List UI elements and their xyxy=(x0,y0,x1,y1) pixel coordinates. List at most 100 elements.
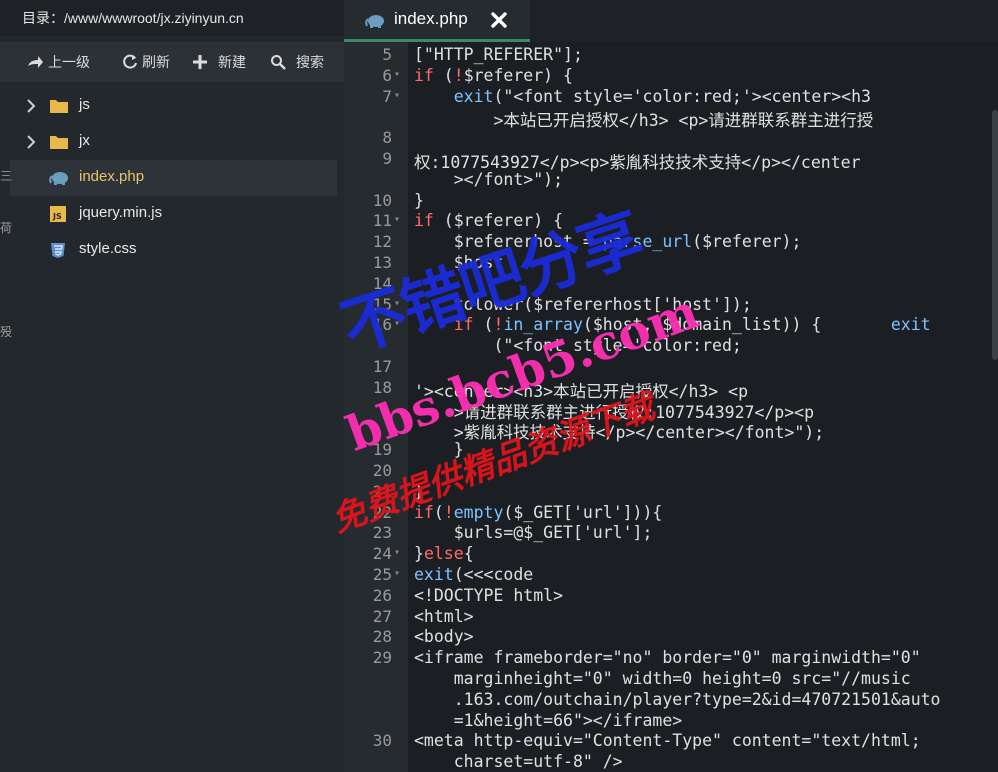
line-number: 21 xyxy=(372,481,392,501)
code-text: $urls=@$_GET['url']; xyxy=(414,523,653,543)
css-file-icon xyxy=(51,243,65,258)
file-tree: js jx index.php JS jquery.min.js style.c… xyxy=(0,88,344,268)
line-number: 7 xyxy=(382,86,392,106)
line-number: 26 xyxy=(372,585,392,605)
line-number: 20 xyxy=(372,461,392,480)
file-toolbar: 上一级 刷新 新建 搜索 xyxy=(0,42,344,82)
plus-icon xyxy=(193,55,207,69)
tree-folder-jx[interactable]: jx xyxy=(0,124,344,160)
code-line: 28 <body> xyxy=(344,627,998,648)
tab-title: index.php xyxy=(394,9,468,28)
chevron-right-icon xyxy=(27,99,36,113)
line-number: 30 xyxy=(372,731,392,751)
code-line: 24 ▾ }else{ xyxy=(344,544,998,565)
line-number: 13 xyxy=(372,253,392,272)
line-number: 8 xyxy=(382,128,392,148)
code-line: 12 $refererhost = parse_url($referer); xyxy=(344,232,998,253)
line-number: 27 xyxy=(372,606,392,626)
tree-file-index-php[interactable]: index.php xyxy=(10,160,337,196)
arrow-right-icon xyxy=(28,56,43,68)
refresh-icon xyxy=(123,54,137,69)
code-text: <iframe frameborder="no" border="0" marg… xyxy=(414,648,921,668)
new-button[interactable]: 新建 xyxy=(192,42,246,82)
code-line: ("<font style='color:red; xyxy=(344,336,998,357)
line-number: 24 xyxy=(372,544,392,564)
code-text: tolower($refererhost['host']); xyxy=(414,294,752,314)
code-line: 27 <html> xyxy=(344,607,998,628)
code-text: <body> xyxy=(414,627,474,647)
tree-item-label: jx xyxy=(79,132,90,149)
php-elephant-icon xyxy=(49,172,68,185)
code-line: 15 ▾ tolower($refererhost['host']); xyxy=(344,295,998,316)
fold-arrow-icon[interactable]: ▾ xyxy=(394,506,400,517)
code-line: 11 ▾ if ($referer) { xyxy=(344,211,998,232)
fold-arrow-icon[interactable]: ▾ xyxy=(394,298,400,309)
directory-path: 目录：/www/wwwroot/jx.ziyinyun.cn xyxy=(0,0,344,36)
fold-arrow-icon[interactable]: ▾ xyxy=(394,318,400,329)
code-line: >紫胤科技技术支持</p></center></font>"); xyxy=(344,419,998,442)
folder-icon xyxy=(50,100,68,113)
code-text: if (!$referer) { xyxy=(414,65,573,85)
folder-icon xyxy=(50,136,68,149)
scrollbar-thumb[interactable] xyxy=(992,110,998,360)
code-text: if (!in_array($host, $domain_list)) { ex… xyxy=(453,315,931,335)
left-edge-glyphs: 三 荷 殁 xyxy=(0,169,13,339)
line-number: 16 xyxy=(372,315,392,335)
line-number: 18 xyxy=(372,377,392,397)
fold-arrow-icon[interactable]: ▾ xyxy=(394,214,400,225)
file-sidebar: 目录：/www/wwwroot/jx.ziyinyun.cn 上一级 刷新 新建… xyxy=(0,0,344,772)
code-line: 9 权:1077543927</p><p>紫胤科技技术支持</p></center xyxy=(344,149,998,172)
code-line: 21} xyxy=(344,482,998,503)
line-number: 19 xyxy=(372,440,392,460)
code-line: 14 xyxy=(344,274,998,295)
line-number: 17 xyxy=(372,357,392,376)
code-text: <meta http-equiv="Content-Type" content=… xyxy=(414,731,921,751)
line-number: 9 xyxy=(382,149,392,168)
fold-arrow-icon[interactable]: ▾ xyxy=(394,90,400,101)
code-line: >请进群联系群主进行授权:1077543927</p><p xyxy=(344,399,998,422)
code-text: ("<font style='color:red; xyxy=(414,336,742,356)
line-number: 28 xyxy=(372,627,392,647)
up-level-button[interactable]: 上一级 xyxy=(26,42,90,82)
code-text: if(!empty($_GET['url'])){ xyxy=(414,502,663,522)
code-line: 13 $host xyxy=(344,253,998,274)
code-text: charset=utf-8" /> xyxy=(414,752,623,772)
code-text: } xyxy=(414,481,424,501)
tree-item-label: js xyxy=(79,96,90,113)
line-number: 23 xyxy=(372,523,392,543)
code-line: 16 ▾ if (!in_array($host, $domain_list)) … xyxy=(344,315,998,336)
fold-arrow-icon[interactable]: ▾ xyxy=(394,547,400,558)
code-text: $host xyxy=(414,253,504,272)
code-line: 19 } xyxy=(344,440,998,461)
tab-index-php[interactable]: index.php xyxy=(344,0,530,42)
tree-file-jquery[interactable]: JS jquery.min.js xyxy=(0,196,344,232)
line-number: 11 xyxy=(372,211,392,231)
close-icon[interactable] xyxy=(490,11,508,29)
line-number: 25 xyxy=(372,565,392,584)
search-icon xyxy=(271,55,286,70)
code-line: 26 <!DOCTYPE html> xyxy=(344,586,998,607)
code-line: 29 <iframe frameborder="no" border="0" ma… xyxy=(344,648,998,669)
code-line: .163.com/outchain/player?type=2&id=47072… xyxy=(344,690,998,711)
fold-arrow-icon[interactable]: ▾ xyxy=(394,568,400,579)
code-text: ["HTTP_REFERER"]; xyxy=(414,45,583,64)
refresh-button[interactable]: 刷新 xyxy=(122,42,170,82)
code-line: 8 xyxy=(344,128,998,149)
code-line: >本站已开启授权</h3> <p>请进群联系群主进行授 xyxy=(344,107,998,130)
code-text: <!DOCTYPE html> xyxy=(414,585,564,605)
code-line: 23 $urls=@$_GET['url']; xyxy=(344,523,998,544)
up-level-label: 上一级 xyxy=(48,54,90,70)
search-button[interactable]: 搜索 xyxy=(270,42,324,82)
code-text: }else{ xyxy=(414,544,474,564)
code-text: } xyxy=(414,440,464,460)
code-text: $refererhost = parse_url($referer); xyxy=(414,232,802,252)
code-line: 6 ▾ if (!$referer) { xyxy=(344,66,998,87)
code-text: marginheight="0" width=0 height=0 src="/… xyxy=(414,669,911,688)
tree-folder-js[interactable]: js xyxy=(0,88,344,124)
tree-file-style-css[interactable]: style.css xyxy=(0,232,344,268)
fold-arrow-icon[interactable]: ▾ xyxy=(394,69,400,80)
svg-text:JS: JS xyxy=(52,212,62,221)
code-area[interactable]: 5 ["HTTP_REFERER"]; 6 ▾ if (!$referer) {7 ▾ e… xyxy=(344,42,998,772)
tree-item-label: index.php xyxy=(79,168,145,185)
code-line: 17 xyxy=(344,357,998,378)
